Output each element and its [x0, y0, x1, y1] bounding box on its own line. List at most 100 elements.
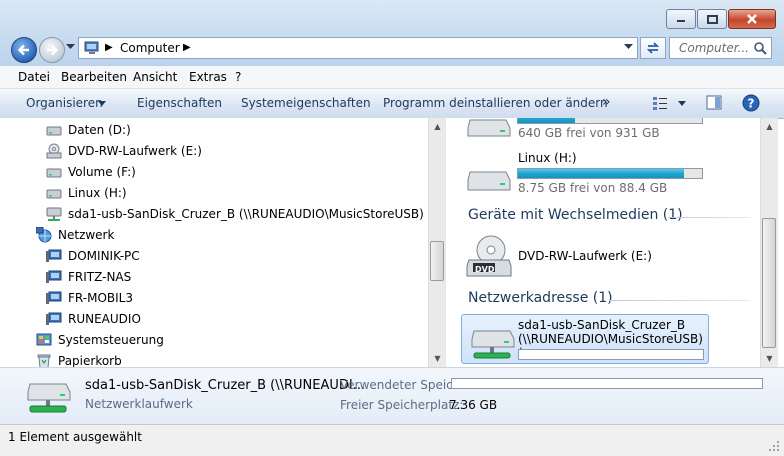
menu-view[interactable]: Ansicht [133, 70, 177, 84]
hard-drive-icon [46, 122, 62, 138]
scroll-down-arrow[interactable]: ▼ [761, 350, 778, 367]
computer-icon [46, 269, 62, 285]
network-icon [36, 227, 52, 243]
view-options-icon[interactable] [652, 95, 668, 111]
details-used-label: Verwendeter Speic... [340, 378, 465, 392]
drive-usage-fill [518, 118, 576, 123]
details-item-type: Netzwerklaufwerk [85, 397, 193, 411]
group-divider [609, 300, 750, 301]
command-bar: Organisieren Eigenschaften Systemeigensc… [0, 89, 784, 119]
view-options-chevron-icon[interactable] [678, 101, 686, 106]
navigation-scroll-thumb[interactable] [430, 241, 444, 281]
nav-item-network[interactable]: Netzwerk [36, 225, 114, 245]
nav-item-dominik-pc[interactable]: DOMINIK-PC [46, 246, 140, 266]
recycle-bin-icon [36, 353, 52, 367]
organize-chevron-icon[interactable] [98, 101, 106, 106]
minimize-button[interactable] [666, 9, 696, 29]
breadcrumb-separator-2[interactable]: ▶ [183, 42, 191, 53]
network-drive-icon [471, 330, 515, 359]
nav-item-recycle-bin[interactable]: Papierkorb [36, 351, 122, 367]
caption-buttons [665, 9, 776, 29]
content-pane[interactable]: 640 GB frei von 931 GB Linux (H:) 8.75 G… [446, 118, 760, 367]
drive-usage-bar [518, 349, 704, 360]
search-input[interactable]: Computer... [669, 37, 772, 59]
details-free-value: 7.36 GB [449, 398, 498, 412]
drive-item-network-selected[interactable]: sda1-usb-SanDisk_Cruzer_B (\\RUNEAUDIO\M… [461, 314, 709, 364]
drive-usage-bar [517, 118, 703, 124]
maximize-button[interactable] [697, 9, 727, 29]
forward-button[interactable] [39, 37, 65, 63]
properties-button[interactable]: Eigenschaften [137, 96, 222, 110]
computer-icon [46, 311, 62, 327]
minimize-icon [677, 20, 685, 22]
nav-item-label: Netzwerk [58, 228, 115, 242]
menu-tools[interactable]: Extras [189, 70, 227, 84]
network-drive-icon [27, 383, 71, 413]
nav-item-fr-mobil3[interactable]: FR-MOBIL3 [46, 288, 133, 308]
address-history-chevron-icon[interactable] [624, 44, 633, 50]
nav-item-linux-drive[interactable]: Linux (H:) [46, 183, 127, 203]
nav-item-fritz-nas[interactable]: FRITZ-NAS [46, 267, 131, 287]
scroll-down-arrow[interactable]: ▼ [429, 350, 446, 367]
nav-item-dvd-drive[interactable]: DVD-RW-Laufwerk (E:) [46, 141, 202, 161]
explorer-window: ▶ Computer ▶ Computer... Datei Bearbeite… [0, 0, 784, 456]
system-properties-button[interactable]: Systemeigenschaften [241, 96, 371, 110]
details-free-label: Freier Speicherplatz: [340, 398, 464, 412]
breadcrumb-computer[interactable]: Computer [120, 41, 180, 55]
navigation-scrollbar[interactable]: ▲ ▼ [428, 118, 446, 367]
nav-item-volume-drive[interactable]: Volume (F:) [46, 162, 136, 182]
nav-item-label: Systemsteuerung [58, 333, 164, 347]
nav-item-label: Daten (D:) [68, 123, 131, 137]
back-button[interactable] [11, 37, 37, 63]
title-bar: ▶ Computer ▶ Computer... [0, 0, 784, 67]
status-bar: 1 Element ausgewählt [0, 424, 784, 456]
menu-edit[interactable]: Bearbeiten [61, 70, 127, 84]
group-header-network[interactable]: Netzwerkadresse (1) [468, 290, 613, 306]
group-divider [668, 217, 750, 218]
refresh-button[interactable] [640, 37, 666, 59]
close-button[interactable] [728, 9, 776, 29]
nav-item-label: Papierkorb [58, 354, 122, 367]
computer-icon [46, 290, 62, 306]
drive-usage-bar [517, 168, 703, 179]
nav-item-label: FRITZ-NAS [68, 270, 132, 284]
arrow-right-icon [47, 44, 59, 56]
group-header-removable[interactable]: Geräte mit Wechselmedien (1) [468, 207, 683, 223]
content-scroll-thumb[interactable] [762, 218, 776, 348]
menu-bar: Datei Bearbeiten Ansicht Extras ? [0, 66, 784, 89]
nav-item-network-drive[interactable]: sda1-usb-SanDisk_Cruzer_B (\\RUNEAUDIO\M… [46, 204, 428, 224]
drive-free-space: 8.75 GB frei von 88.4 GB [518, 181, 668, 195]
drive-name: DVD-RW-Laufwerk (E:) [518, 249, 652, 263]
refresh-icon [646, 42, 660, 54]
nav-item-label: Volume (F:) [68, 165, 136, 179]
breadcrumb-separator[interactable]: ▶ [105, 42, 113, 53]
nav-item-label: sda1-usb-SanDisk_Cruzer_B (\\RUNEAUDIO\M… [68, 207, 428, 221]
drive-free-space: 640 GB frei von 931 GB [518, 126, 660, 140]
nav-item-control-panel[interactable]: Systemsteuerung [36, 330, 164, 350]
content-scrollbar[interactable]: ▲ ▼ [760, 118, 778, 367]
drive-name: Linux (H:) [518, 151, 577, 165]
help-icon[interactable]: ? [742, 94, 760, 112]
hard-drive-icon [467, 119, 511, 137]
drive-name-line1: sda1-usb-SanDisk_Cruzer_B [518, 318, 686, 332]
scroll-up-arrow[interactable]: ▲ [429, 118, 446, 135]
maximize-icon [706, 14, 718, 24]
preview-pane-icon[interactable] [706, 95, 722, 111]
more-commands-button[interactable]: » [602, 94, 611, 110]
menu-file[interactable]: Datei [18, 70, 50, 84]
organize-button[interactable]: Organisieren [26, 96, 103, 110]
scroll-up-arrow[interactable]: ▲ [761, 118, 778, 135]
search-icon[interactable] [753, 41, 767, 55]
nav-item-runeaudio[interactable]: RUNEAUDIO [46, 309, 141, 329]
uninstall-program-button[interactable]: Programm deinstallieren oder ändern [383, 96, 608, 110]
address-bar[interactable]: ▶ Computer ▶ [78, 37, 638, 59]
nav-item-data-drive[interactable]: Daten (D:) [46, 120, 131, 140]
nav-item-label: Linux (H:) [68, 186, 127, 200]
resize-grip-icon[interactable] [768, 440, 780, 452]
recent-pages-chevron-icon[interactable] [66, 44, 75, 50]
computer-icon [46, 248, 62, 264]
menu-help[interactable]: ? [235, 70, 241, 84]
nav-item-label: DOMINIK-PC [68, 249, 140, 263]
navigation-pane[interactable]: Daten (D:) DVD-RW-Laufwerk (E:) Volume (… [0, 118, 428, 367]
details-item-name: sda1-usb-SanDisk_Cruzer_B (\\RUNEAUDI... [85, 378, 366, 393]
